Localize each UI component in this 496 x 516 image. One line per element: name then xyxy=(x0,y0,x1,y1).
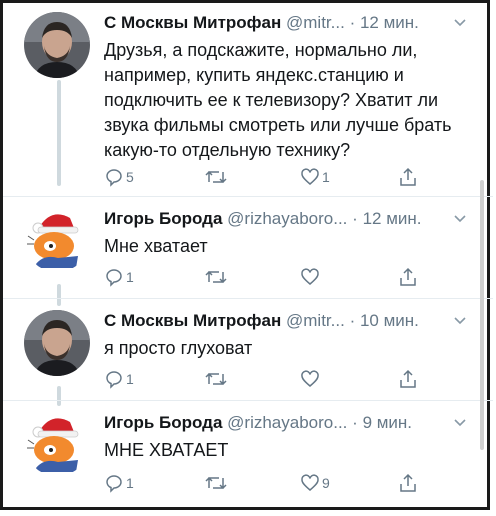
retweet-icon xyxy=(204,167,228,187)
timestamp[interactable]: 10 мин. xyxy=(360,311,419,330)
tweet[interactable]: С Москвы Митрофан @mitr... · 10 мин. я п… xyxy=(0,302,490,402)
tweet-actions: 1 xyxy=(104,368,424,390)
tweet-actions: 5 1 xyxy=(104,166,424,188)
share-button[interactable] xyxy=(398,472,418,494)
tweet-text: МНЕ ХВАТАЕТ xyxy=(104,440,229,460)
user-avatar[interactable] xyxy=(24,12,90,78)
separator-dot: · xyxy=(352,413,358,432)
tweet-header: С Москвы Митрофан @mitr... · 12 мин. xyxy=(104,12,468,36)
chevron-down-icon[interactable] xyxy=(452,414,468,430)
tweet-header: С Москвы Митрофан @mitr... · 10 мин. xyxy=(104,310,468,334)
like-button[interactable] xyxy=(300,368,322,390)
reply-button[interactable]: 1 xyxy=(104,266,134,288)
reply-icon xyxy=(104,473,124,493)
reply-icon xyxy=(104,167,124,187)
timestamp[interactable]: 12 мин. xyxy=(360,13,419,32)
reply-button[interactable]: 1 xyxy=(104,368,134,390)
retweet-button[interactable] xyxy=(204,472,230,494)
share-icon xyxy=(398,473,418,493)
reply-count: 1 xyxy=(126,269,134,285)
display-name[interactable]: С Москвы Митрофан xyxy=(104,311,281,330)
tweet-header: Игорь Борода @rizhayaboro... · 12 мин. xyxy=(104,208,468,232)
username[interactable]: @rizhayaboro... xyxy=(227,413,347,432)
separator-dot: · xyxy=(352,209,358,228)
tweet[interactable]: С Москвы Митрофан @mitr... · 12 мин. Дру… xyxy=(0,4,490,194)
like-count: 1 xyxy=(322,169,330,185)
tweet[interactable]: Игорь Борода @rizhayaboro... · 9 мин. МН… xyxy=(0,404,490,504)
timestamp[interactable]: 9 мин. xyxy=(363,413,412,432)
reply-count: 5 xyxy=(126,169,134,185)
chevron-down-icon[interactable] xyxy=(452,14,468,30)
retweet-button[interactable] xyxy=(204,166,230,188)
like-button[interactable]: 1 xyxy=(300,166,330,188)
scrollbar[interactable] xyxy=(480,180,484,450)
tweet-text: Друзья, а подскажите, нормально ли, напр… xyxy=(104,40,452,160)
heart-icon xyxy=(300,267,320,287)
tweet[interactable]: Игорь Борода @rizhayaboro... · 12 мин. М… xyxy=(0,200,490,300)
heart-icon xyxy=(300,167,320,187)
retweet-icon xyxy=(204,369,228,389)
like-count: 9 xyxy=(322,475,330,491)
display-name[interactable]: С Москвы Митрофан xyxy=(104,13,281,32)
username[interactable]: @mitr... xyxy=(286,311,345,330)
reply-icon xyxy=(104,369,124,389)
reply-count: 1 xyxy=(126,475,134,491)
retweet-icon xyxy=(204,473,228,493)
tweet-text: я просто глуховат xyxy=(104,338,253,358)
heart-icon xyxy=(300,369,320,389)
username[interactable]: @mitr... xyxy=(286,13,345,32)
like-button[interactable] xyxy=(300,266,322,288)
separator-dot: · xyxy=(349,311,356,330)
user-avatar[interactable] xyxy=(24,206,90,272)
heart-icon xyxy=(300,473,320,493)
tweet-divider xyxy=(3,196,493,197)
like-button[interactable]: 9 xyxy=(300,472,330,494)
chevron-down-icon[interactable] xyxy=(452,210,468,226)
chevron-down-icon[interactable] xyxy=(452,312,468,328)
timestamp[interactable]: 12 мин. xyxy=(363,209,422,228)
user-avatar[interactable] xyxy=(24,410,90,476)
reply-icon xyxy=(104,267,124,287)
tweet-text: Мне хватает xyxy=(104,236,208,256)
tweet-divider xyxy=(3,400,493,401)
retweet-button[interactable] xyxy=(204,368,230,390)
separator-dot: · xyxy=(349,13,356,32)
share-button[interactable] xyxy=(398,266,418,288)
share-icon xyxy=(398,369,418,389)
retweet-icon xyxy=(204,267,228,287)
retweet-button[interactable] xyxy=(204,266,230,288)
share-icon xyxy=(398,267,418,287)
display-name[interactable]: Игорь Борода xyxy=(104,413,222,432)
reply-button[interactable]: 1 xyxy=(104,472,134,494)
tweet-actions: 1 xyxy=(104,266,424,288)
tweet-actions: 1 9 xyxy=(104,472,424,494)
reply-count: 1 xyxy=(126,371,134,387)
user-avatar[interactable] xyxy=(24,310,90,376)
share-icon xyxy=(398,167,418,187)
share-button[interactable] xyxy=(398,166,418,188)
reply-button[interactable]: 5 xyxy=(104,166,134,188)
username[interactable]: @rizhayaboro... xyxy=(227,209,347,228)
share-button[interactable] xyxy=(398,368,418,390)
display-name[interactable]: Игорь Борода xyxy=(104,209,222,228)
tweet-divider xyxy=(3,298,493,299)
tweet-header: Игорь Борода @rizhayaboro... · 9 мин. xyxy=(104,412,468,436)
